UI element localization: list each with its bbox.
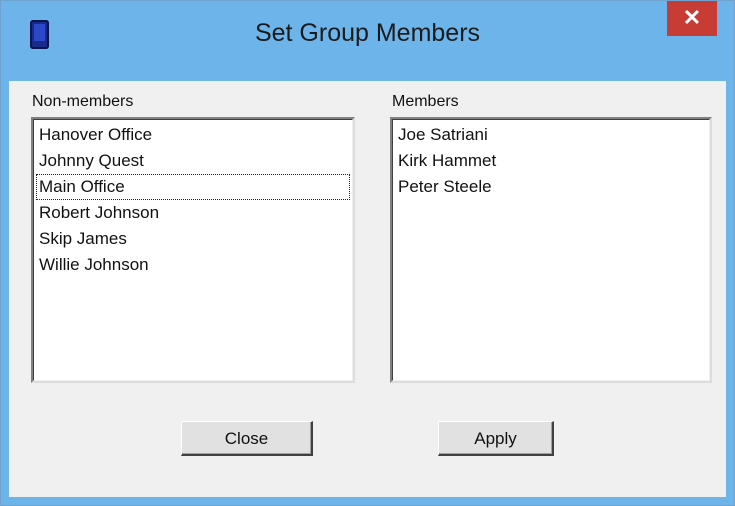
- nonmember-item[interactable]: Hanover Office: [36, 122, 352, 148]
- nonmember-item[interactable]: Skip James: [36, 226, 352, 252]
- member-item[interactable]: Joe Satriani: [395, 122, 709, 148]
- nonmember-item-focused[interactable]: Main Office: [36, 174, 350, 200]
- dialog-body: Non-members Hanover Office Johnny Quest …: [9, 81, 726, 497]
- close-window-button[interactable]: ✕: [667, 1, 717, 36]
- members-listbox[interactable]: Joe Satriani Kirk Hammet Peter Steele: [390, 117, 712, 383]
- nonmember-item[interactable]: Robert Johnson: [36, 200, 352, 226]
- nonmember-item[interactable]: Johnny Quest: [36, 148, 352, 174]
- close-button[interactable]: Close: [181, 421, 313, 456]
- nonmember-item[interactable]: Willie Johnson: [36, 252, 352, 278]
- member-item[interactable]: Peter Steele: [395, 174, 709, 200]
- dialog-window: Set Group Members ✕ Non-members Hanover …: [0, 0, 735, 506]
- nonmembers-listbox[interactable]: Hanover Office Johnny Quest Main Office …: [31, 117, 355, 383]
- title-bar[interactable]: Set Group Members ✕: [1, 1, 734, 81]
- window-title: Set Group Members: [254, 19, 481, 47]
- members-label: Members: [392, 93, 459, 110]
- nonmembers-label: Non-members: [32, 93, 134, 110]
- member-item[interactable]: Kirk Hammet: [395, 148, 709, 174]
- apply-button[interactable]: Apply: [438, 421, 554, 456]
